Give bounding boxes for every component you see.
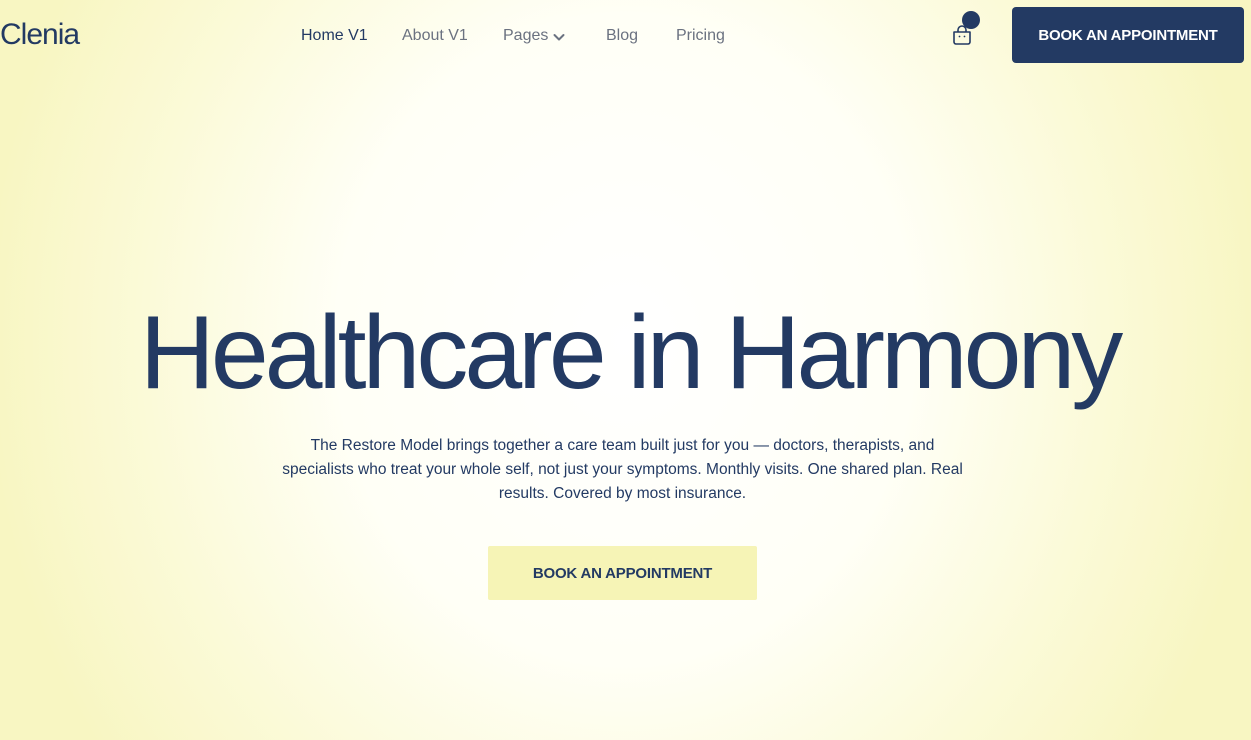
nav-pricing-label: Pricing <box>676 27 725 44</box>
book-appointment-header-button[interactable]: BOOK AN APPOINTMENT <box>1012 7 1244 63</box>
hero-subtitle: The Restore Model brings together a care… <box>282 437 963 502</box>
nav-home[interactable]: Home V1 <box>301 27 368 45</box>
logo[interactable]: Clenia <box>0 18 80 52</box>
cart-count-badge <box>962 11 980 29</box>
hero-title: Healthcare in Harmony <box>139 295 1124 411</box>
chevron-down-icon <box>553 34 565 41</box>
nav-pages[interactable]: Pages <box>503 27 566 45</box>
nav-home-label: Home V1 <box>301 27 368 44</box>
nav-blog-label: Blog <box>606 27 639 44</box>
nav-blog[interactable]: Blog <box>606 27 638 45</box>
nav-about-label: About V1 <box>402 27 468 44</box>
book-appointment-hero-button[interactable]: BOOK AN APPOINTMENT <box>488 546 757 600</box>
site-header: Clenia Home V1 About V1 Pages Blog Prici… <box>0 0 1251 72</box>
nav-about[interactable]: About V1 <box>402 27 468 45</box>
nav-pricing[interactable]: Pricing <box>676 27 725 45</box>
nav-pages-label: Pages <box>503 27 549 44</box>
